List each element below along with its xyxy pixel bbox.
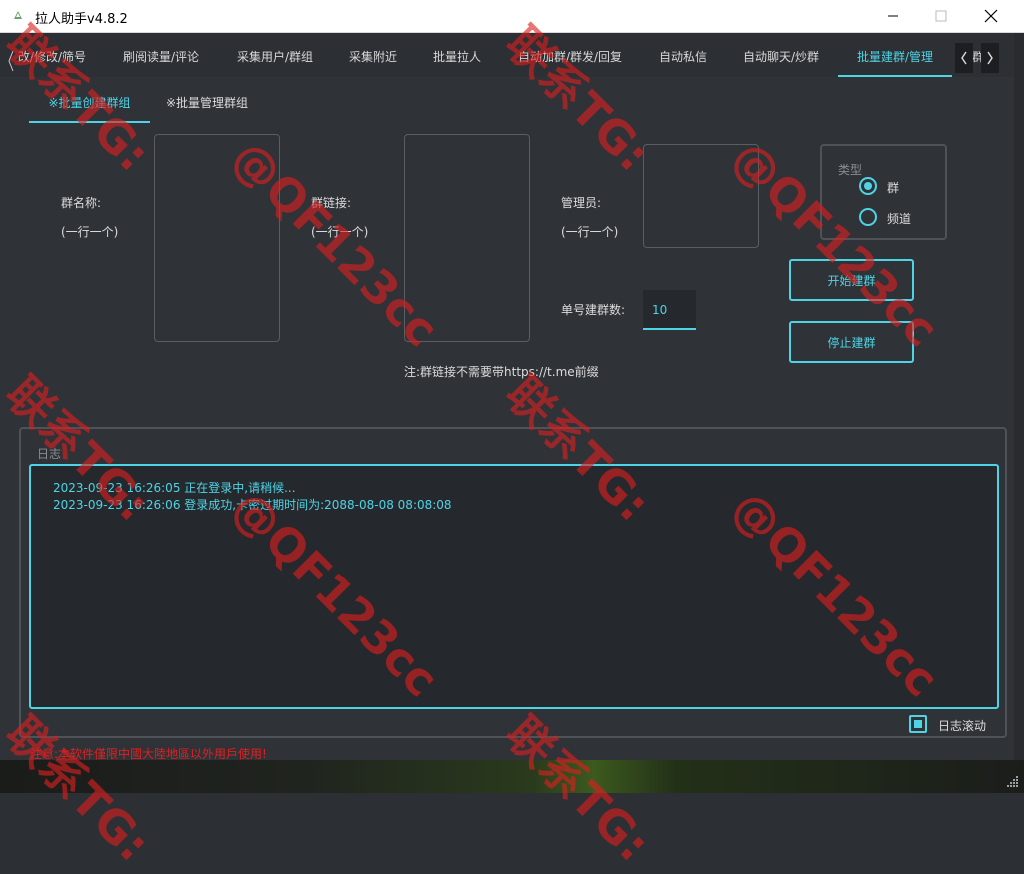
tab-batch-invite[interactable]: 批量拉人 — [424, 45, 490, 75]
type-title: 类型 — [838, 163, 863, 177]
window-title: 拉人助手v4.8.2 — [35, 12, 128, 27]
log-title: 日志 — [37, 447, 62, 461]
tab-collect-users[interactable]: 采集用户/群组 — [228, 45, 322, 75]
close-icon — [984, 9, 998, 23]
log-line: 2023-09-23 16:26:05 正在登录中,请稍候... — [53, 481, 296, 495]
tab-batch-create-group[interactable]: 批量建群/管理 — [838, 45, 952, 77]
log-textarea[interactable]: 2023-09-23 16:26:05 正在登录中,请稍候... 2023-09… — [29, 464, 999, 709]
app-body: 改/修改/筛号 刷阅读量/评论 采集用户/群组 采集附近 批量拉人 自动加群/群… — [0, 33, 1014, 761]
radio-channel-label: 频道 — [887, 212, 912, 226]
maximize-icon — [935, 10, 947, 22]
group-name-textarea[interactable] — [154, 134, 280, 342]
tab-auto-chat[interactable]: 自动聊天/炒群 — [734, 45, 828, 75]
group-link-label: 群链接: — [311, 196, 352, 210]
radio-channel[interactable] — [859, 208, 877, 226]
title-bar: 拉人助手v4.8.2 — [0, 0, 1024, 33]
subtab-batch-create[interactable]: ※批量创建群组 — [29, 93, 150, 123]
chevron-right-icon — [987, 51, 993, 65]
link-note: 注:群链接不需要带https://t.me前缀 — [404, 365, 599, 379]
desktop-background — [0, 760, 1024, 793]
tab-read-comment[interactable]: 刷阅读量/评论 — [114, 45, 208, 75]
minimize-icon — [888, 15, 898, 17]
log-autoscroll-label: 日志滚动 — [938, 719, 987, 733]
log-line: 2023-09-23 16:26:06 登录成功,卡密过期时间为:2088-08… — [53, 498, 452, 512]
app-icon — [14, 11, 22, 19]
count-label: 单号建群数: — [561, 303, 626, 317]
tab-scroll-left-button[interactable] — [955, 43, 973, 73]
group-name-hint: (一行一个) — [61, 225, 119, 239]
admin-textarea[interactable] — [643, 144, 759, 248]
maximize-button[interactable] — [918, 0, 964, 32]
start-create-button[interactable]: 开始建群 — [789, 259, 914, 301]
resize-grip-icon[interactable] — [1004, 773, 1020, 789]
radio-group[interactable] — [859, 177, 877, 195]
admin-hint: (一行一个) — [561, 225, 619, 239]
type-groupbox: 类型 群 频道 — [820, 144, 947, 240]
minimize-button[interactable] — [870, 0, 916, 32]
main-tab-bar: 改/修改/筛号 刷阅读量/评论 采集用户/群组 采集附近 批量拉人 自动加群/群… — [0, 33, 1014, 77]
tab-auto-dm[interactable]: 自动私信 — [650, 45, 716, 75]
tab-modify[interactable]: 改/修改/筛号 — [14, 45, 86, 75]
group-link-hint: (一行一个) — [311, 225, 369, 239]
group-name-label: 群名称: — [61, 196, 102, 210]
admin-label: 管理员: — [561, 196, 602, 210]
stop-create-button[interactable]: 停止建群 — [789, 321, 914, 363]
tab-auto-join[interactable]: 自动加群/群发/回复 — [508, 45, 632, 75]
radio-group-label: 群 — [887, 181, 900, 195]
tab-collect-nearby[interactable]: 采集附近 — [340, 45, 406, 75]
close-button[interactable] — [968, 0, 1014, 32]
tab-scroll-right-button[interactable] — [981, 43, 999, 73]
group-count-spinbox[interactable]: 10 — [643, 290, 696, 330]
group-link-textarea[interactable] — [404, 134, 530, 342]
subtab-batch-manage[interactable]: ※批量管理群组 — [166, 93, 266, 121]
chevron-left-icon — [961, 51, 967, 65]
log-autoscroll-checkbox[interactable] — [909, 715, 927, 733]
window-edge — [1014, 33, 1024, 793]
